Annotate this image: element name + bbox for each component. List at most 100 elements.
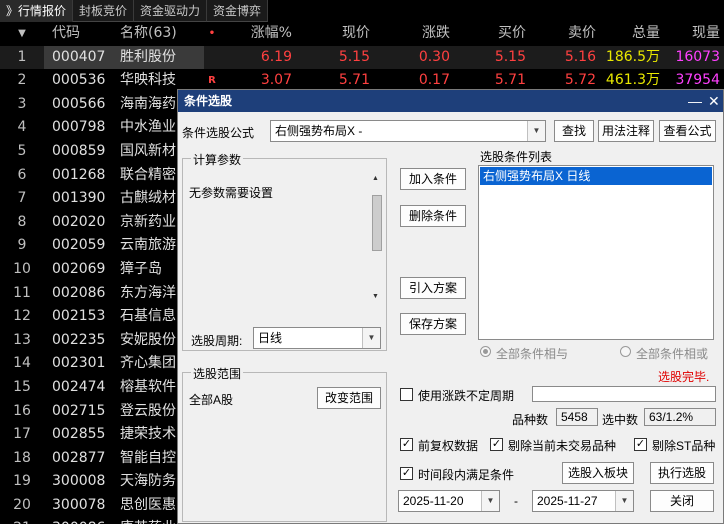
dialog-title-bar[interactable]: 条件选股 — ✕ xyxy=(178,90,723,112)
range-value: 全部A股 xyxy=(189,393,234,407)
col-flag: • xyxy=(208,28,216,39)
chevron-down-icon[interactable]: ▼ xyxy=(481,491,499,511)
ask-price: 5.16 xyxy=(564,48,596,65)
close-icon[interactable]: ✕ xyxy=(708,90,720,112)
stock-name: 胜利股份 xyxy=(112,45,204,70)
table-row[interactable]: 1 000407 胜利股份 6.19 5.15 0.30 5.15 5.16 186.5万 160… xyxy=(0,45,724,70)
close-button[interactable]: 关闭 xyxy=(650,490,714,512)
col-price[interactable]: 现价 xyxy=(292,22,370,46)
stock-code: 002153 xyxy=(52,308,106,325)
forward-adjust-checkbox[interactable]: ✓ xyxy=(400,438,413,451)
date-to-field[interactable]: 2025-11-27 ▼ xyxy=(532,490,634,512)
dialog-title: 条件选股 xyxy=(184,94,233,108)
row-index: 9 xyxy=(17,237,27,254)
sort-arrow-icon[interactable]: ▼ xyxy=(0,22,44,46)
selected-value: 63/1.2% xyxy=(644,408,716,426)
stock-code: 002474 xyxy=(52,378,106,395)
stock-code: 002235 xyxy=(52,331,106,348)
scroll-up-icon[interactable]: ▲ xyxy=(372,175,379,182)
flag-badge xyxy=(204,46,220,70)
exclude-st-checkbox[interactable]: ✓ xyxy=(634,438,647,451)
import-scheme-button[interactable]: 引入方案 xyxy=(400,277,466,299)
row-index: 13 xyxy=(13,331,31,348)
chevron-down-icon[interactable]: ▼ xyxy=(527,121,545,141)
col-current-volume[interactable]: 现量 xyxy=(660,22,724,46)
stock-code: 002715 xyxy=(52,402,106,419)
stock-code: 002020 xyxy=(52,213,106,230)
row-index: 5 xyxy=(17,142,27,159)
stock-code: 300078 xyxy=(52,496,106,513)
uncertain-period-field[interactable] xyxy=(532,386,716,402)
row-index: 4 xyxy=(17,119,27,136)
scroll-thumb[interactable] xyxy=(372,195,382,251)
chevron-down-icon[interactable]: ▼ xyxy=(362,328,380,348)
row-index: 15 xyxy=(13,378,31,395)
row-index: 21 xyxy=(0,517,44,524)
period-match-checkbox[interactable]: ✓ xyxy=(400,467,413,480)
stock-code: 000566 xyxy=(52,95,106,112)
date-to-value: 2025-11-27 xyxy=(537,494,598,508)
row-index: 10 xyxy=(13,260,31,277)
all-and-radio[interactable] xyxy=(480,346,491,357)
col-ask[interactable]: 卖价 xyxy=(526,22,596,46)
stock-code: 002059 xyxy=(52,237,106,254)
tab-capital-drive[interactable]: 资金驱动力 xyxy=(134,0,208,22)
range-group: 选股范围 全部A股 改变范围 xyxy=(182,365,387,522)
run-selection-button[interactable]: 执行选股 xyxy=(650,462,714,484)
row-index: 2 xyxy=(17,72,27,89)
uncertain-period-checkbox[interactable] xyxy=(400,388,413,401)
row-index: 7 xyxy=(17,190,27,207)
formula-label: 条件选股公式 xyxy=(182,126,255,140)
range-group-label: 选股范围 xyxy=(191,365,244,382)
stock-code: 001268 xyxy=(52,166,106,183)
tab-capital-game[interactable]: 资金博弈 xyxy=(207,0,269,22)
period-label: 选股周期: xyxy=(191,334,243,348)
stock-code: 000859 xyxy=(52,142,106,159)
date-separator: - xyxy=(514,494,518,508)
stock-code: 002086 xyxy=(52,284,106,301)
col-delta[interactable]: 涨跌 xyxy=(370,22,450,46)
stock-code: 002301 xyxy=(52,355,106,372)
find-button[interactable]: 查找 xyxy=(554,120,594,142)
exclude-untraded-checkbox[interactable]: ✓ xyxy=(490,438,503,451)
period-select[interactable]: 日线 ▼ xyxy=(253,327,381,349)
stock-code: 300008 xyxy=(52,473,106,490)
remove-condition-button[interactable]: 删除条件 xyxy=(400,205,466,227)
params-text: 无参数需要设置 xyxy=(189,186,274,200)
minimize-icon[interactable]: — xyxy=(688,90,702,112)
list-item[interactable]: 右侧强势布局X 日线 xyxy=(480,167,712,185)
tab-limit-auction[interactable]: 封板竞价 xyxy=(73,0,135,22)
exclude-untraded-label: 剔除当前未交易品种 xyxy=(508,439,617,453)
delta: 0.30 xyxy=(418,48,450,65)
bid-price: 5.15 xyxy=(494,48,526,65)
row-index: 14 xyxy=(13,355,31,372)
col-code[interactable]: 代码 xyxy=(44,22,112,46)
col-change-pct[interactable]: 涨幅% xyxy=(220,22,292,46)
params-scrollbar[interactable]: ▲ ▼ xyxy=(371,175,383,300)
view-formula-button[interactable]: 查看公式 xyxy=(659,120,716,142)
add-to-board-button[interactable]: 选股入板块 xyxy=(562,462,634,484)
formula-select[interactable]: 右侧强势布局X - ▼ xyxy=(270,120,546,142)
stock-code: 002069 xyxy=(52,260,106,277)
stock-code: 002855 xyxy=(52,426,106,443)
row-index: 17 xyxy=(13,426,31,443)
date-from-field[interactable]: 2025-11-20 ▼ xyxy=(398,490,500,512)
usage-notes-button[interactable]: 用法注释 xyxy=(598,120,654,142)
forward-adjust-label: 前复权数据 xyxy=(418,439,479,453)
col-name[interactable]: 名称(63) xyxy=(112,22,204,46)
tab-quotes[interactable]: 》行情报价 xyxy=(0,0,74,22)
all-and-label: 全部条件相与 xyxy=(496,347,569,361)
all-or-radio[interactable] xyxy=(620,346,631,357)
add-condition-button[interactable]: 加入条件 xyxy=(400,168,466,190)
col-bid[interactable]: 买价 xyxy=(450,22,526,46)
chevron-down-icon[interactable]: ▼ xyxy=(615,491,633,511)
row-index: 6 xyxy=(17,166,27,183)
change-range-button[interactable]: 改变范围 xyxy=(317,387,381,409)
condition-list[interactable]: 右侧强势布局X 日线 xyxy=(478,165,714,340)
col-volume[interactable]: 总量 xyxy=(596,22,660,46)
scroll-down-icon[interactable]: ▼ xyxy=(372,293,379,300)
table-header: ▼ 代码 名称(63) • 涨幅% 现价 涨跌 买价 卖价 总量 现量 xyxy=(0,22,724,46)
save-scheme-button[interactable]: 保存方案 xyxy=(400,313,466,335)
condition-picker-dialog: 条件选股 — ✕ 条件选股公式 右侧强势布局X - ▼ 查找 用法注释 查看公式… xyxy=(177,89,724,524)
stock-code: 000407 xyxy=(44,45,112,70)
